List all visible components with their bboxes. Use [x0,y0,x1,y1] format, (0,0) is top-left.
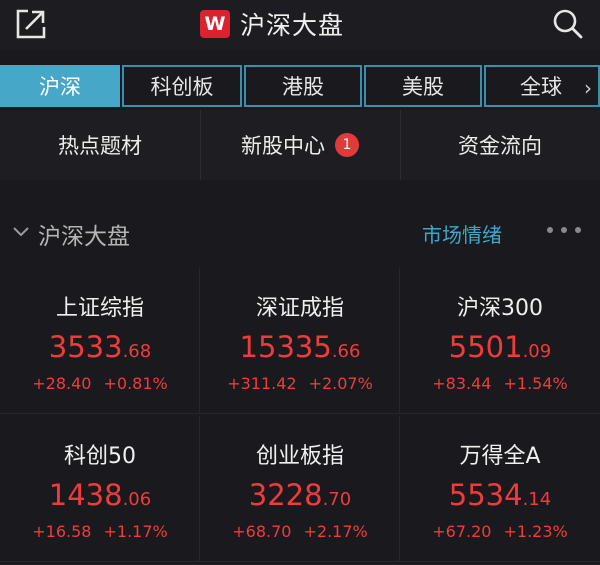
tab-label: 沪深 [39,75,81,99]
tab-label: 科创板 [150,75,214,99]
tab-ganggu[interactable]: 港股 [244,65,362,107]
quick-link-label: 热点题材 [58,134,142,158]
index-name: 上证综指 [55,296,144,321]
quick-links-bar: 热点题材 新股中心 1 资金流向 [0,110,600,180]
index-value: 5534.14 [448,478,552,512]
index-value: 5501.09 [448,330,552,364]
index-change: +83.44 +1.54% [432,374,568,393]
index-card-chinext[interactable]: 创业板指 3228.70 +68.70 +2.17% [200,416,400,562]
index-card-csi300[interactable]: 沪深300 5501.09 +83.44 +1.54% [400,268,600,414]
index-change: +16.58 +1.17% [32,522,168,541]
index-card-sse-composite[interactable]: 上证综指 3533.68 +28.40 +0.81% [0,268,200,414]
index-change: +311.42 +2.07% [227,374,373,393]
index-name: 沪深300 [457,296,543,321]
index-name: 科创50 [64,444,136,469]
index-value: 1438.06 [48,478,152,512]
index-card-wind-all-a[interactable]: 万得全A 5534.14 +67.20 +1.23% [400,416,600,562]
tab-kechuangban[interactable]: 科创板 [122,65,242,107]
quick-link-hot-topics[interactable]: 热点题材 [0,110,200,180]
index-value: 3228.70 [248,478,352,512]
open-external-icon[interactable] [14,7,48,41]
index-change: +68.70 +2.17% [232,522,368,541]
section-header: 沪深大盘 市场情绪 [0,205,600,259]
quick-link-label: 新股中心 [241,134,325,158]
tab-label: 全球 [520,75,562,99]
quick-link-capital-flow[interactable]: 资金流向 [400,110,600,180]
tab-hushen[interactable]: 沪深 [0,65,120,107]
index-name: 创业板指 [255,444,344,469]
top-bar: W 沪深大盘 [0,0,600,50]
search-icon[interactable] [550,6,586,42]
chevron-down-icon[interactable] [12,223,30,241]
section-title[interactable]: 沪深大盘 [38,217,130,251]
page-title: 沪深大盘 [240,11,345,40]
index-card-szse-component[interactable]: 深证成指 15335.66 +311.42 +2.07% [200,268,400,414]
index-change: +28.40 +0.81% [32,374,168,393]
quick-link-label: 资金流向 [458,134,542,158]
index-change: +67.20 +1.23% [432,522,568,541]
chevron-right-icon[interactable]: › [584,76,592,100]
index-name: 万得全A [459,444,541,469]
tab-meigu[interactable]: 美股 [364,65,482,107]
tab-quanqiu[interactable]: 全球 › [484,65,600,107]
index-value: 3533.68 [48,330,152,364]
header-title-group: W 沪深大盘 [200,6,344,42]
tab-label: 美股 [402,75,444,99]
index-grid: 上证综指 3533.68 +28.40 +0.81% 深证成指 15335.66 … [0,268,600,565]
notification-badge: 1 [335,133,359,157]
quick-link-ipo-center[interactable]: 新股中心 1 [200,110,400,180]
tab-label: 港股 [282,75,324,99]
market-sentiment-link[interactable]: 市场情绪 [422,219,502,248]
brand-logo: W [200,10,230,38]
index-value: 15335.66 [239,330,361,364]
more-options-icon[interactable] [547,227,581,235]
index-name: 深证成指 [255,296,344,321]
market-tabs: 沪深 科创板 港股 美股 全球 › [0,65,600,107]
index-card-star50[interactable]: 科创50 1438.06 +16.58 +1.17% [0,416,200,562]
